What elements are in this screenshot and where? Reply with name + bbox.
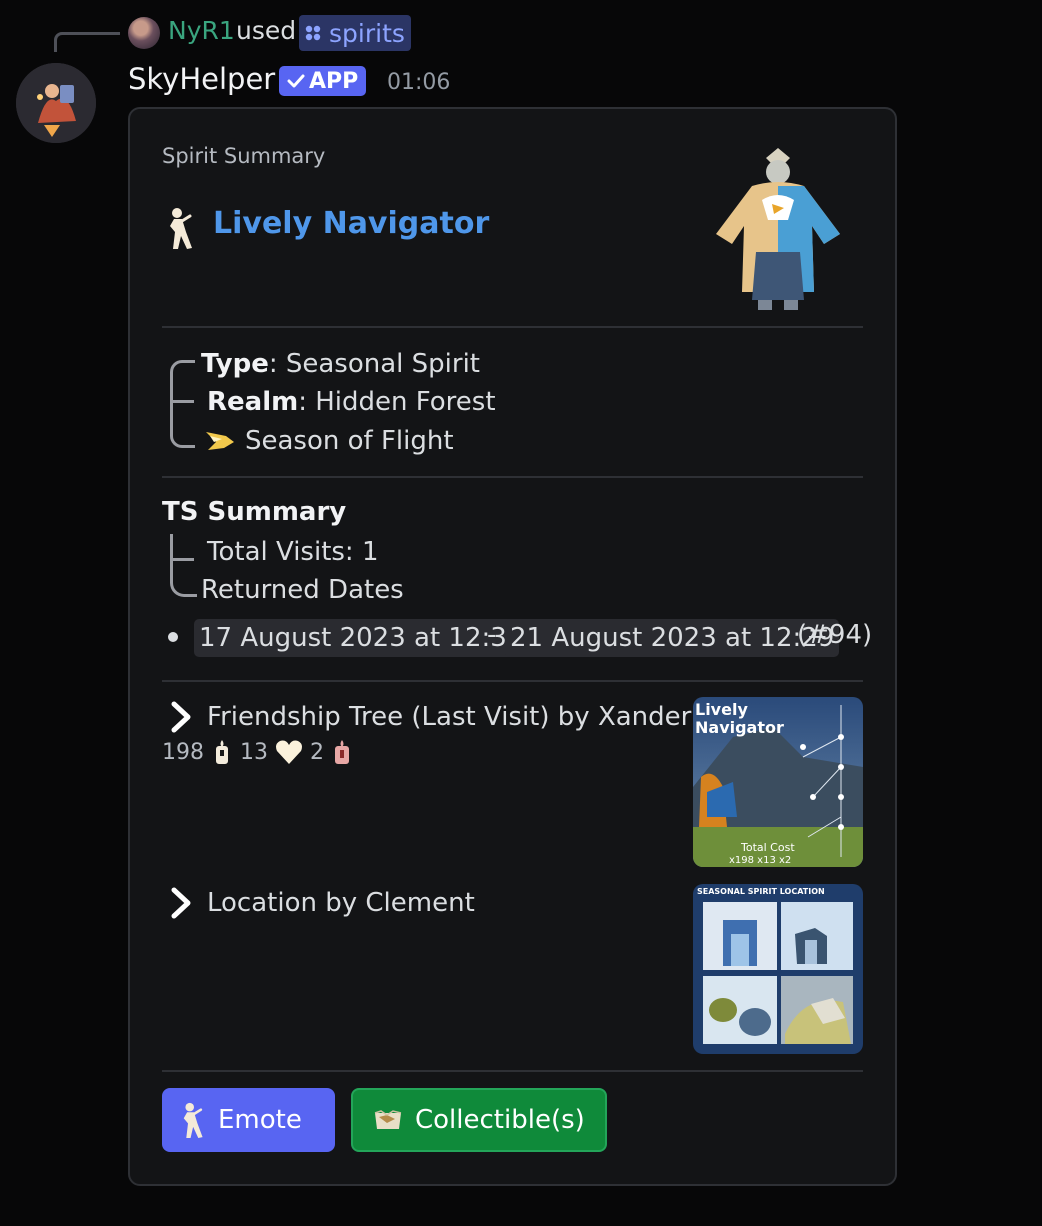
bot-name[interactable]: SkyHelper (128, 62, 275, 96)
ascended-candle-icon (335, 740, 349, 764)
ts-summary-title: TS Summary (162, 497, 347, 527)
tree-bracket (170, 534, 197, 597)
user-avatar[interactable] (128, 17, 160, 49)
chevron-right-icon (171, 887, 191, 919)
friendship-tree-image[interactable]: Lively Navigator Total Cost x198 x13 x2 (693, 697, 863, 867)
type-label: Type (201, 349, 269, 379)
emote-figure-icon (170, 208, 192, 249)
friendship-tree-title: Friendship Tree (Last Visit) by Xander (207, 702, 692, 732)
visit-number: (#94) (797, 620, 873, 650)
svg-text:Navigator: Navigator (695, 718, 784, 737)
reply-username[interactable]: NyR1 (168, 16, 235, 45)
command-name: spirits (329, 18, 405, 48)
total-visits: Total Visits: 1 (207, 537, 379, 567)
emote-button-label: Emote (218, 1105, 302, 1135)
tree-branch (172, 400, 194, 403)
location-title: Location by Clement (207, 888, 475, 918)
app-badge-label: APP (309, 68, 359, 94)
collectibles-button[interactable]: Collectible(s) (351, 1088, 607, 1152)
message-timestamp[interactable]: 01:06 (387, 70, 450, 95)
type-line: Type: Seasonal Spirit (201, 349, 480, 379)
reply-connector (54, 32, 120, 52)
reply-used-text: used (236, 16, 297, 45)
returned-dates-label: Returned Dates (201, 575, 404, 605)
date-start-chip[interactable]: 17 August 2023 at 12:30 (194, 619, 529, 657)
candles-count: 198 (162, 739, 204, 765)
svg-text:SEASONAL SPIRIT LOCATION: SEASONAL SPIRIT LOCATION (697, 887, 825, 896)
bot-avatar[interactable] (16, 63, 96, 143)
realm-label: Realm (207, 387, 299, 417)
chevron-right-icon (171, 701, 191, 733)
checkmark-icon (287, 74, 305, 88)
realm-value: : Hidden Forest (298, 387, 496, 417)
embed-divider (162, 326, 863, 328)
embed-author: Spirit Summary (162, 144, 326, 168)
embed-divider (162, 680, 863, 682)
season-name: Season of Flight (245, 426, 454, 456)
realm-line: Realm: Hidden Forest (207, 387, 496, 417)
ascended-candles-count: 2 (310, 739, 324, 765)
embed-divider (162, 1070, 863, 1072)
tree-branch (172, 558, 194, 561)
slash-command-icon (305, 25, 321, 41)
type-value: : Seasonal Spirit (268, 349, 480, 379)
svg-text:Lively: Lively (695, 700, 748, 719)
heart-icon (276, 740, 302, 764)
app-badge: APP (279, 66, 367, 96)
spirit-thumbnail[interactable] (712, 142, 844, 314)
hearts-count: 13 (240, 739, 268, 765)
embed-title[interactable]: Lively Navigator (213, 206, 489, 241)
candle-icon (216, 740, 228, 764)
command-chip[interactable]: spirits (299, 15, 411, 51)
list-bullet (168, 632, 178, 642)
tree-cost-row: 198 13 2 (162, 738, 354, 766)
date-separator: - (487, 620, 497, 650)
cape-collectible-icon (374, 1110, 402, 1129)
date-end-chip[interactable]: 21 August 2023 at 12:29 (505, 619, 840, 657)
collectibles-button-label: Collectible(s) (415, 1105, 585, 1135)
svg-text:Total Cost: Total Cost (740, 841, 795, 854)
season-of-flight-icon (206, 432, 234, 450)
emote-figure-icon (183, 1102, 203, 1138)
location-image[interactable]: SEASONAL SPIRIT LOCATION (693, 884, 863, 1054)
emote-button[interactable]: Emote (162, 1088, 335, 1152)
tree-bracket (170, 360, 195, 448)
svg-text:x198 x13 x2: x198 x13 x2 (729, 855, 791, 866)
embed-divider (162, 476, 863, 478)
